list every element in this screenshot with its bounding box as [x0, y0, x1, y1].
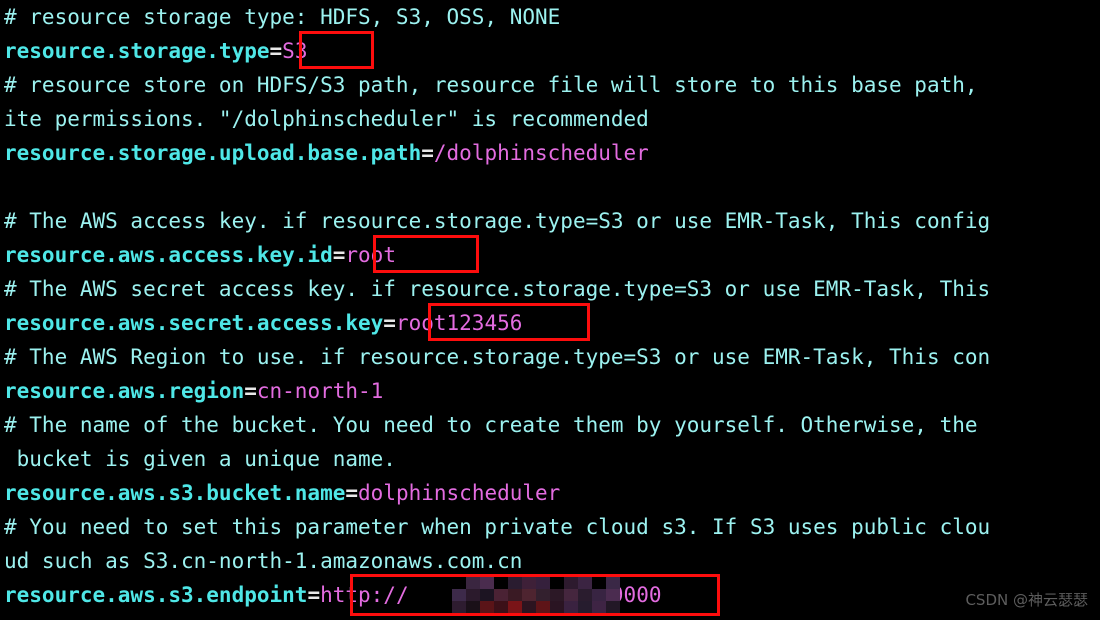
- equals-sign: =: [244, 379, 257, 403]
- mosaic-tile: [522, 577, 536, 589]
- mosaic-tile: [466, 601, 480, 613]
- mosaic-tile: [452, 601, 466, 613]
- config-value-prefix: http://: [320, 583, 409, 607]
- mosaic-tile: [508, 577, 522, 589]
- config-value: root123456: [395, 311, 523, 335]
- equals-sign: =: [383, 311, 396, 335]
- mosaic-tile: [606, 577, 620, 589]
- mosaic-tile: [564, 601, 578, 613]
- highlight-box-storage-type: [299, 31, 374, 69]
- mosaic-tile: [480, 589, 494, 601]
- config-key: resource.aws.access.key.id: [4, 243, 333, 267]
- config-key: resource.aws.s3.bucket.name: [4, 481, 346, 505]
- config-comment-line: # The AWS secret access key. if resource…: [4, 277, 991, 301]
- redacted-ip-mosaic: [452, 577, 620, 613]
- equals-sign: =: [332, 243, 346, 267]
- mosaic-tile: [466, 589, 480, 601]
- equals-sign: =: [421, 141, 434, 165]
- config-setting-line[interactable]: resource.storage.upload.base.path=/dolph…: [4, 136, 649, 170]
- config-comment-line: # The name of the bucket. You need to cr…: [4, 413, 978, 437]
- config-key: resource.storage.type: [4, 39, 270, 63]
- mosaic-tile: [536, 601, 550, 613]
- mosaic-tile: [550, 589, 564, 601]
- mosaic-tile: [480, 601, 494, 613]
- equals-sign: =: [345, 481, 359, 505]
- config-comment-line: # resource store on HDFS/S3 path, resour…: [4, 73, 978, 97]
- mosaic-tile: [564, 577, 578, 589]
- mosaic-tile: [466, 577, 480, 589]
- mosaic-tile: [564, 589, 578, 601]
- config-value: root: [345, 243, 396, 267]
- terminal-window: # resource storage type: HDFS, S3, OSS, …: [0, 0, 1100, 620]
- config-comment-line: # resource storage type: HDFS, S3, OSS, …: [4, 5, 561, 29]
- mosaic-tile: [494, 577, 508, 589]
- config-setting-line[interactable]: resource.aws.secret.access.key=root12345…: [4, 306, 522, 340]
- mosaic-tile: [452, 589, 466, 601]
- mosaic-tile: [606, 589, 620, 601]
- config-value: /dolphinscheduler: [433, 141, 649, 165]
- config-value: dolphinscheduler: [358, 481, 561, 505]
- mosaic-tile: [592, 601, 606, 613]
- csdn-watermark: CSDN @神云瑟瑟: [965, 591, 1088, 609]
- mosaic-tile: [578, 601, 592, 613]
- config-key: resource.aws.region: [4, 379, 245, 403]
- mosaic-tile: [592, 577, 606, 589]
- mosaic-tile: [508, 601, 522, 613]
- mosaic-tile: [494, 589, 508, 601]
- mosaic-tile: [550, 577, 564, 589]
- config-setting-line[interactable]: resource.aws.s3.bucket.name=dolphinsched…: [4, 476, 560, 510]
- mosaic-tile: [494, 601, 508, 613]
- config-comment-line: # The AWS Region to use. if resource.sto…: [4, 345, 991, 369]
- config-value: S3: [282, 39, 308, 63]
- equals-sign: =: [307, 583, 321, 607]
- config-comment-line: ud such as S3.cn-north-1.amazonaws.com.c…: [4, 549, 523, 573]
- equals-sign: =: [269, 39, 283, 63]
- config-key: resource.storage.upload.base.path: [4, 141, 422, 165]
- mosaic-tile: [578, 577, 592, 589]
- mosaic-tile: [522, 601, 536, 613]
- config-setting-line[interactable]: resource.aws.access.key.id=root: [4, 238, 396, 272]
- config-key: resource.aws.secret.access.key: [4, 311, 384, 335]
- mosaic-tile: [508, 589, 522, 601]
- config-comment-line: # You need to set this parameter when pr…: [4, 515, 991, 539]
- mosaic-tile: [536, 577, 550, 589]
- mosaic-tile: [592, 589, 606, 601]
- config-key: resource.aws.s3.endpoint: [4, 583, 308, 607]
- config-setting-line[interactable]: resource.storage.type=S3: [4, 34, 307, 68]
- mosaic-tile: [452, 577, 466, 589]
- mosaic-tile: [522, 589, 536, 601]
- mosaic-tile: [536, 589, 550, 601]
- config-comment-line: ite permissions. "/dolphinscheduler" is …: [4, 107, 649, 131]
- mosaic-tile: [480, 577, 494, 589]
- config-comment-line: bucket is given a unique name.: [4, 447, 396, 471]
- config-comment-line: # The AWS access key. if resource.storag…: [4, 209, 991, 233]
- mosaic-tile: [578, 589, 592, 601]
- mosaic-tile: [606, 601, 620, 613]
- config-setting-line[interactable]: resource.aws.region=cn-north-1: [4, 374, 383, 408]
- mosaic-tile: [550, 601, 564, 613]
- config-value: cn-north-1: [256, 379, 384, 403]
